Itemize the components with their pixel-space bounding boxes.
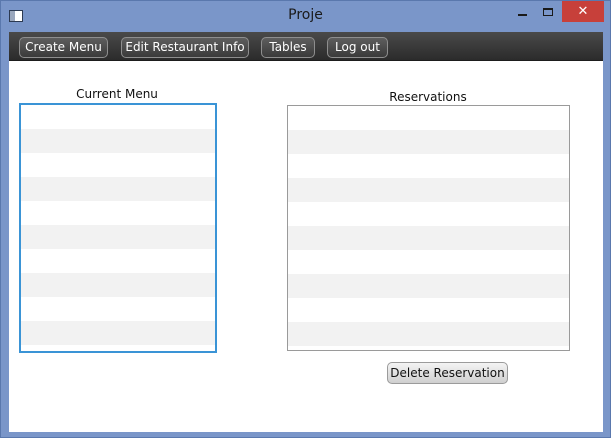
minimize-button[interactable] [509, 1, 535, 22]
list-row[interactable] [21, 249, 215, 273]
edit-restaurant-info-button[interactable]: Edit Restaurant Info [121, 37, 249, 58]
list-row[interactable] [21, 273, 215, 297]
reservations-list[interactable] [287, 105, 570, 351]
list-row[interactable] [288, 154, 569, 178]
delete-reservation-button[interactable]: Delete Reservation [387, 362, 508, 384]
close-button[interactable]: ✕ [562, 1, 604, 22]
list-row[interactable] [288, 106, 569, 130]
list-row[interactable] [21, 201, 215, 225]
minimize-icon [517, 13, 527, 16]
tables-button[interactable]: Tables [261, 37, 315, 58]
log-out-button[interactable]: Log out [327, 37, 388, 58]
title-bar[interactable]: Proje ✕ [1, 1, 610, 32]
list-row[interactable] [21, 345, 215, 351]
maximize-button[interactable] [535, 1, 561, 22]
create-menu-button[interactable]: Create Menu [19, 37, 108, 58]
list-row[interactable] [288, 346, 569, 350]
list-row[interactable] [21, 153, 215, 177]
current-menu-label: Current Menu [76, 87, 158, 101]
list-row[interactable] [288, 130, 569, 154]
list-row[interactable] [288, 250, 569, 274]
list-row[interactable] [288, 322, 569, 346]
list-row[interactable] [21, 105, 215, 129]
app-window: Proje ✕ Create Menu Edit Restaurant Info… [0, 0, 611, 438]
list-row[interactable] [288, 298, 569, 322]
list-row[interactable] [21, 225, 215, 249]
maximize-icon [543, 7, 553, 16]
list-row[interactable] [288, 202, 569, 226]
list-row[interactable] [21, 129, 215, 153]
list-row[interactable] [21, 177, 215, 201]
list-row[interactable] [288, 274, 569, 298]
list-row[interactable] [288, 226, 569, 250]
client-area: Create Menu Edit Restaurant Info Tables … [9, 32, 603, 432]
reservations-label: Reservations [389, 90, 467, 104]
current-menu-list[interactable] [19, 103, 217, 353]
list-row[interactable] [21, 321, 215, 345]
list-row[interactable] [21, 297, 215, 321]
list-row[interactable] [288, 178, 569, 202]
close-icon: ✕ [577, 4, 589, 19]
toolbar: Create Menu Edit Restaurant Info Tables … [9, 32, 603, 61]
